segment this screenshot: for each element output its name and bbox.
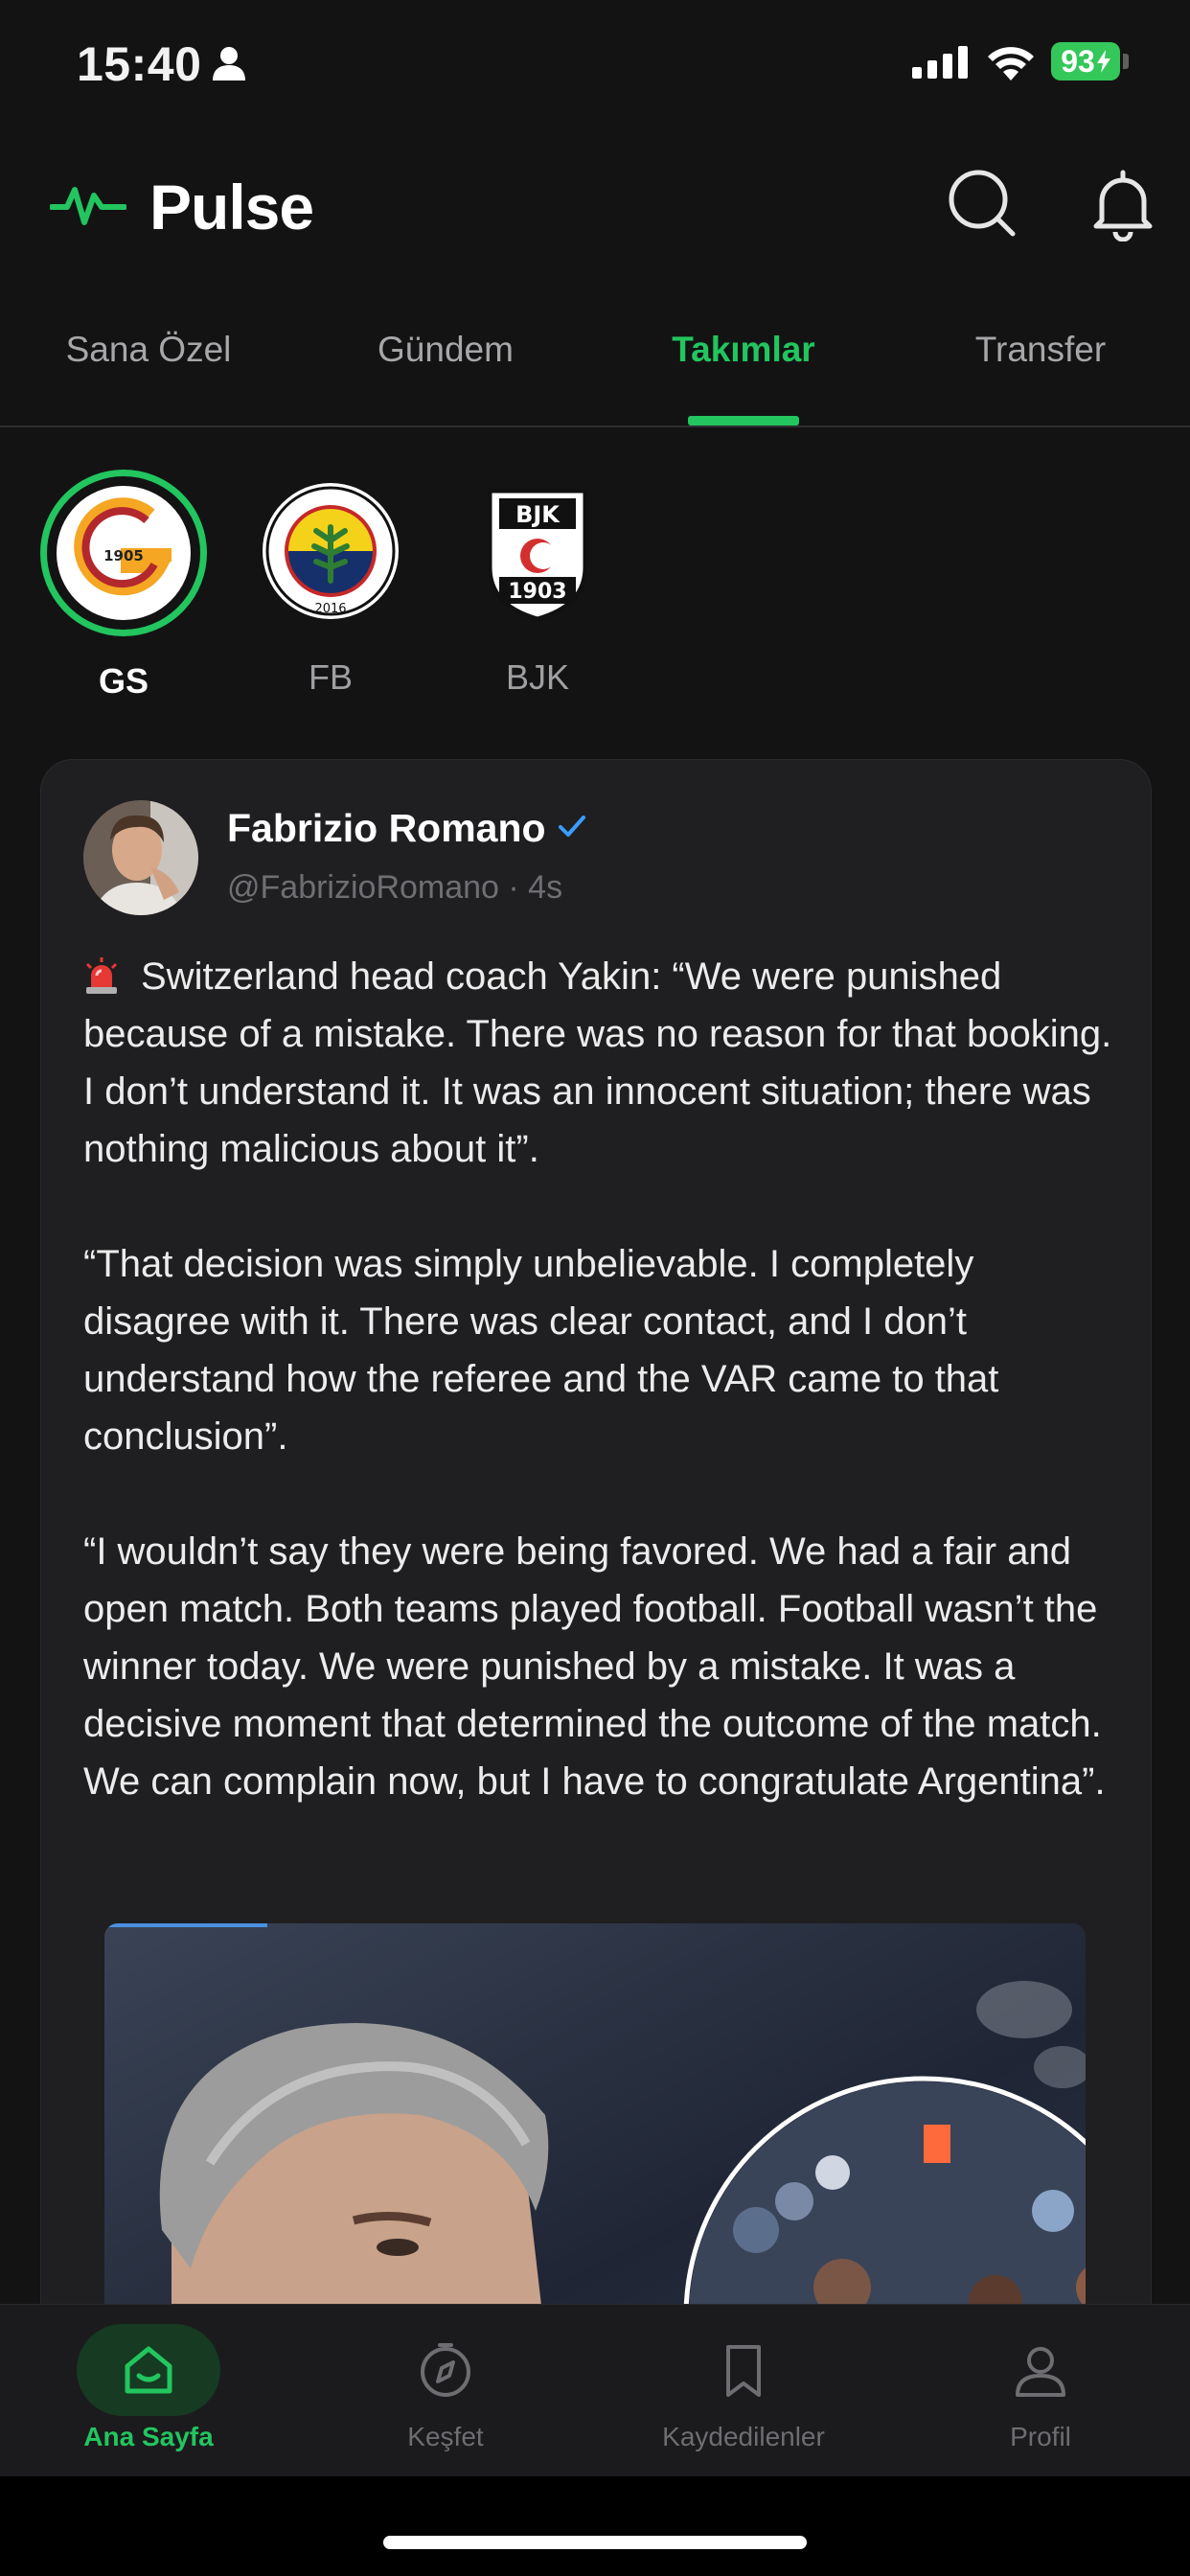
team-fb[interactable]: 2016 FB	[244, 470, 417, 698]
category-tabs: Sana Özel Gündem Takımlar Transfer	[0, 316, 1190, 427]
post-paragraph-1-text: Switzerland head coach Yakin: “We were p…	[83, 955, 1112, 1170]
nav-label-kaydedilenler: Kaydedilenler	[662, 2422, 825, 2451]
battery-level: 93	[1061, 43, 1095, 79]
nav-label-profil: Profil	[1010, 2422, 1071, 2451]
post-paragraph-3: “I wouldn’t say they were being favored.…	[83, 1530, 1106, 1803]
avatar[interactable]	[83, 800, 198, 915]
compass-icon	[421, 2343, 470, 2397]
signal-icon	[912, 46, 968, 79]
tab-gundem[interactable]: Gündem	[297, 330, 594, 370]
wifi-icon	[988, 47, 1034, 80]
person-icon	[213, 47, 245, 80]
app-header: Pulse	[0, 153, 1190, 259]
charging-bolt-icon	[1096, 50, 1110, 73]
team-label-gs: GS	[98, 661, 149, 701]
pulse-logo-icon	[50, 187, 126, 225]
team-label-fb: FB	[308, 657, 353, 697]
tab-sana-ozel[interactable]: Sana Özel	[0, 330, 297, 370]
status-time: 15:40	[77, 37, 202, 91]
tab-takimlar[interactable]: Takımlar	[595, 330, 892, 370]
team-gs[interactable]: 1905 GS	[37, 470, 210, 702]
home-indicator-area	[0, 2476, 1190, 2576]
bell-icon	[1093, 170, 1153, 242]
battery-indicator: 93	[1051, 42, 1120, 80]
app-title: Pulse	[149, 172, 314, 242]
author-handle-time: @FabrizioRomano · 4s	[227, 869, 563, 906]
search-icon	[949, 170, 1016, 237]
fenerbahce-crest-icon: 2016	[263, 483, 399, 619]
nav-label-kesfet: Keşfet	[407, 2422, 484, 2451]
team-bjk[interactable]: BJK 1903 BJK	[451, 470, 624, 698]
search-button[interactable]	[944, 165, 1020, 242]
post-paragraph-1: Switzerland head coach Yakin: “We were p…	[83, 948, 1118, 1178]
nav-home-highlight	[77, 2324, 220, 2416]
home-icon	[125, 2346, 172, 2394]
post-card[interactable]: Fabrizio Romano @FabrizioRomano · 4s Swi…	[40, 759, 1152, 2390]
svg-text:1905: 1905	[103, 547, 144, 564]
nav-item-kaydedilenler[interactable]: Kaydedilenler	[595, 2305, 892, 2477]
author-avatar-image	[83, 800, 198, 915]
nav-item-kesfet[interactable]: Keşfet	[297, 2305, 594, 2477]
siren-icon	[85, 957, 118, 994]
svg-text:BJK: BJK	[515, 501, 561, 528]
nav-label-ana-sayfa: Ana Sayfa	[83, 2422, 214, 2451]
team-label-bjk: BJK	[505, 657, 570, 697]
bookmark-icon	[726, 2345, 761, 2397]
status-bar: 15:40 93	[0, 0, 1190, 134]
battery-cap	[1123, 54, 1129, 69]
home-indicator[interactable]	[383, 2536, 807, 2549]
teams-row: 1905 GS 2016 FB BJK 1903 BJK	[0, 470, 1190, 719]
tab-transfer[interactable]: Transfer	[892, 330, 1189, 370]
nav-item-profil[interactable]: Profil	[892, 2305, 1189, 2477]
team-logo-gs: 1905	[40, 470, 207, 636]
nav-kaydedilenler-icon-wrap	[672, 2324, 815, 2416]
svg-text:1903: 1903	[508, 580, 566, 604]
post-body: Switzerland head coach Yakin: “We were p…	[83, 948, 1118, 1868]
svg-text:2016: 2016	[314, 602, 346, 616]
nav-item-ana-sayfa[interactable]: Ana Sayfa	[0, 2305, 297, 2477]
nav-kesfet-icon-wrap	[374, 2324, 517, 2416]
post-paragraph-2: “That decision was simply unbelievable. …	[83, 1243, 999, 1458]
team-logo-bjk: BJK 1903	[456, 470, 619, 632]
nav-profil-icon-wrap	[969, 2324, 1112, 2416]
galatasaray-crest-icon: 1905	[57, 486, 191, 620]
verified-icon	[559, 816, 585, 837]
author-name[interactable]: Fabrizio Romano	[227, 806, 546, 851]
besiktas-crest-icon: BJK 1903	[487, 488, 588, 621]
profile-icon	[1016, 2347, 1065, 2397]
notifications-button[interactable]	[1085, 165, 1161, 242]
team-logo-fb: 2016	[249, 470, 412, 632]
bottom-navigation: Ana Sayfa Keşfet Kaydedilenler Profil	[0, 2304, 1190, 2477]
active-tab-indicator	[688, 416, 799, 426]
